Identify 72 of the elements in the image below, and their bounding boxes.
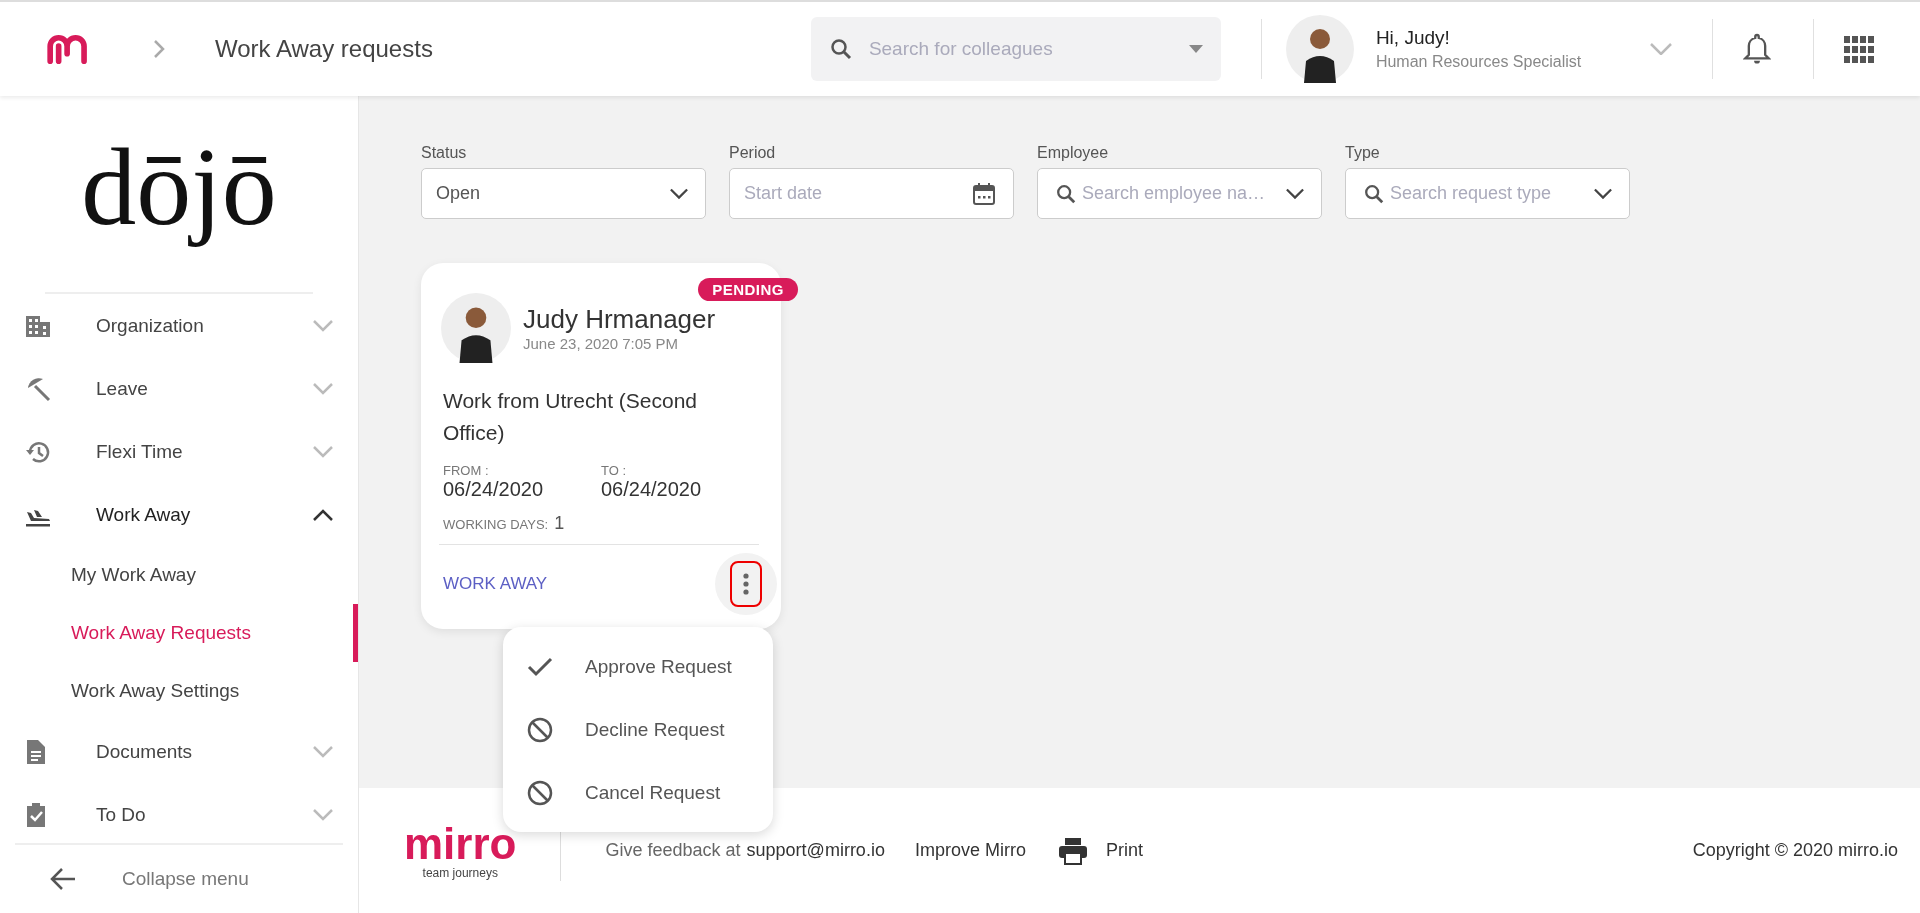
caret-down-icon xyxy=(1188,45,1203,53)
collapse-menu-link[interactable]: Collapse menu xyxy=(122,868,249,890)
date-field[interactable]: Start date xyxy=(729,168,1014,219)
submitted-date: June 23, 2020 7:05 PM xyxy=(523,335,680,352)
filter-label: Employee xyxy=(1037,144,1110,162)
menu-item[interactable]: Approve Request xyxy=(503,635,773,698)
calendar-icon xyxy=(972,181,996,206)
nav-subitem[interactable]: My Work Away xyxy=(0,546,358,604)
bell-icon[interactable] xyxy=(1742,32,1771,66)
feedback-text: Give feedback at xyxy=(605,840,741,861)
apps-grid-icon[interactable] xyxy=(1843,34,1874,64)
clipboard-icon xyxy=(25,801,47,828)
working-days-label: WORKING DAYS: xyxy=(443,517,549,532)
page-title: Work Away requests xyxy=(215,35,433,63)
more-vertical-icon xyxy=(743,573,749,595)
nav-label: Organization xyxy=(95,313,205,338)
colleague-search-field[interactable]: Search for colleagues xyxy=(810,17,1221,81)
nav-label: Leave xyxy=(95,376,149,401)
more-options-button[interactable] xyxy=(730,561,762,607)
dropdown[interactable]: Open xyxy=(421,168,706,219)
menu-item[interactable]: Cancel Request xyxy=(503,761,773,824)
nav-label: To Do xyxy=(95,802,147,827)
building-icon xyxy=(25,313,51,338)
nav-label: Flexi Time xyxy=(95,439,184,464)
email-link[interactable]: support@mirro.io xyxy=(746,840,885,861)
filter-label: Type xyxy=(1345,144,1381,162)
nav-item[interactable]: Flexi Time xyxy=(0,420,358,483)
improve-link[interactable]: Improve Mirro xyxy=(914,840,1026,861)
nav-label: Documents xyxy=(95,739,194,764)
search-field[interactable]: Search employee na… xyxy=(1037,168,1322,219)
chevron-down-icon xyxy=(1594,188,1612,199)
chevron-right-icon xyxy=(153,39,165,59)
nav-label: Work Away xyxy=(95,502,192,527)
nav-subitem[interactable]: Work Away Settings xyxy=(0,662,358,720)
document-icon xyxy=(25,738,47,765)
nav-item[interactable]: Work Away xyxy=(0,483,358,546)
from-date: 06/24/2020 xyxy=(443,478,545,501)
user-greeting: Hi, Judy! xyxy=(1375,27,1451,49)
filter-label: Period xyxy=(729,144,777,162)
request-type: WORK AWAY xyxy=(443,574,548,594)
status-badge: PENDING xyxy=(698,278,798,301)
print-link[interactable]: Print xyxy=(1105,840,1143,861)
block-icon xyxy=(527,779,553,806)
nav-item[interactable]: Organization xyxy=(0,294,358,357)
working-days-value: 1 xyxy=(554,513,565,534)
avatar-icon xyxy=(441,293,511,363)
request-title: Work from Utrecht (Second Office) xyxy=(443,388,699,446)
chevron-down-icon xyxy=(670,188,688,199)
nav-item[interactable]: Documents xyxy=(0,720,358,783)
mirro-logo[interactable]: mirro xyxy=(404,821,517,866)
chevron-down-icon xyxy=(1286,188,1304,199)
nav-item[interactable]: Leave xyxy=(0,357,358,420)
employee-name: Judy Hrmanager xyxy=(523,304,716,335)
block-icon xyxy=(527,716,553,743)
search-icon xyxy=(828,37,853,61)
from-label: FROM : xyxy=(443,463,490,478)
avatar-icon[interactable] xyxy=(1285,15,1354,83)
search-icon xyxy=(1363,182,1385,205)
to-date: 06/24/2020 xyxy=(601,478,703,501)
search-field[interactable]: Search request type xyxy=(1345,168,1630,219)
filter-label: Status xyxy=(421,144,468,162)
menu-item[interactable]: Decline Request xyxy=(503,698,773,761)
user-role: Human Resources Specialist xyxy=(1375,53,1583,71)
brand-logo: dōjō xyxy=(80,125,278,250)
logo-tagline: team journeys xyxy=(422,865,498,880)
search-icon xyxy=(1055,182,1077,205)
copyright-text: Copyright © 2020 mirro.io xyxy=(1692,840,1898,861)
printer-icon[interactable] xyxy=(1057,836,1088,865)
checkmark-icon xyxy=(527,656,553,677)
to-label: TO : xyxy=(601,463,628,478)
nav-item[interactable]: To Do xyxy=(0,783,358,843)
arrow-left-icon[interactable] xyxy=(50,867,76,891)
